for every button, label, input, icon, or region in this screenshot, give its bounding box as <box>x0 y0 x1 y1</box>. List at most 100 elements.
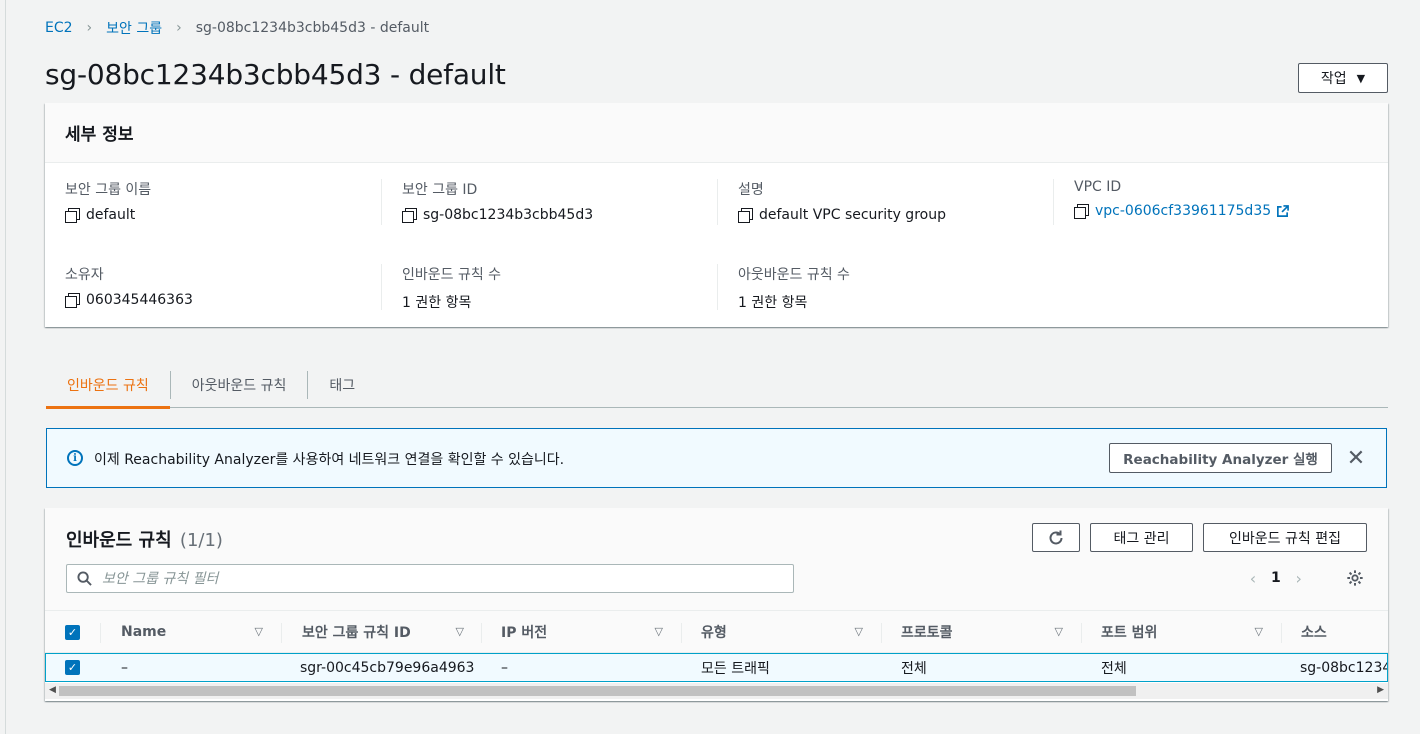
breadcrumb: EC2 › 보안 그룹 › sg-08bc1234b3cbb45d3 - def… <box>45 18 429 38</box>
tab-inbound-rules[interactable]: 인바운드 규칙 <box>46 362 170 409</box>
breadcrumb-current: sg-08bc1234b3cbb45d3 - default <box>195 20 430 36</box>
actions-button-label: 작업 <box>1320 71 1347 87</box>
manage-tags-button[interactable]: 태그 관리 <box>1090 523 1193 552</box>
field-value: 060345446363 <box>65 292 381 308</box>
outbound-count-value: 1 권한 항목 <box>738 295 808 311</box>
field-vpc-id: VPC ID vpc-0606cf33961175d35 <box>1054 179 1390 219</box>
horizontal-scrollbar[interactable]: ◀ ▶ <box>45 683 1388 699</box>
copy-icon[interactable] <box>1074 204 1089 219</box>
column-ip-version[interactable]: IP 버전 ▽ <box>481 611 681 653</box>
sort-icon[interactable]: ▽ <box>255 625 263 638</box>
cell-name: – <box>121 659 128 676</box>
cell-ip-version: – <box>501 659 508 676</box>
left-rail <box>0 0 6 734</box>
field-value: default <box>65 207 381 223</box>
rules-title-text: 인바운드 규칙 <box>66 530 172 551</box>
column-rule-id[interactable]: 보안 그룹 규칙 ID ▽ <box>282 611 482 653</box>
column-port-range[interactable]: 포트 범위 ▽ <box>1081 611 1281 653</box>
details-heading: 세부 정보 <box>65 125 134 145</box>
chevron-left-icon[interactable]: ‹ <box>1241 569 1265 588</box>
column-label: IP 버전 <box>501 625 548 641</box>
copy-icon[interactable] <box>402 208 417 223</box>
rules-filter-input[interactable] <box>100 569 750 588</box>
vpc-id-link[interactable]: vpc-0606cf33961175d35 <box>1095 203 1271 219</box>
sort-icon[interactable]: ▽ <box>1255 625 1263 638</box>
copy-icon[interactable] <box>738 208 753 223</box>
field-label: 보안 그룹 ID <box>402 182 478 198</box>
run-reachability-analyzer-button[interactable]: Reachability Analyzer 실행 <box>1109 443 1332 473</box>
details-header: 세부 정보 <box>45 103 1388 163</box>
page-number[interactable]: 1 <box>1271 570 1281 586</box>
copy-icon[interactable] <box>65 208 80 223</box>
breadcrumb-ec2[interactable]: EC2 <box>45 20 73 36</box>
sort-icon[interactable]: ▽ <box>855 625 863 638</box>
chevron-right-icon: › <box>86 20 93 36</box>
sort-icon[interactable]: ▽ <box>456 625 464 638</box>
scrollbar-thumb[interactable] <box>59 686 1136 696</box>
checkbox[interactable]: ✓ <box>65 624 80 640</box>
caret-down-icon: ▼ <box>1356 71 1366 85</box>
tab-tags[interactable]: 태그 <box>308 362 376 408</box>
chevron-right-icon[interactable]: › <box>1287 569 1311 588</box>
column-label: 포트 범위 <box>1101 625 1158 641</box>
cell-rule-id: sgr-00c45cb79e96a4963 <box>300 659 475 676</box>
flash-message: 이제 Reachability Analyzer를 사용하여 네트워크 연결을 … <box>94 452 565 468</box>
cell-port-range: 전체 <box>1101 660 1127 677</box>
breadcrumb-security-groups[interactable]: 보안 그룹 <box>106 18 162 38</box>
description-value: default VPC security group <box>759 207 946 223</box>
field-outbound-count: 아웃바운드 규칙 수 1 권한 항목 <box>718 264 1054 312</box>
column-label: 프로토콜 <box>901 625 953 641</box>
edit-inbound-rules-button[interactable]: 인바운드 규칙 편집 <box>1203 523 1367 552</box>
field-value: sg-08bc1234b3cbb45d3 <box>402 207 718 223</box>
cell-protocol: 전체 <box>901 660 927 677</box>
gear-icon[interactable] <box>1346 569 1364 587</box>
table-header: ✓ Name ▽ 보안 그룹 규칙 ID ▽ IP 버전 ▽ 유형 ▽ 프로토콜… <box>45 610 1388 653</box>
actions-button[interactable]: 작업 ▼ <box>1298 63 1388 93</box>
group-id-value: sg-08bc1234b3cbb45d3 <box>423 207 594 223</box>
column-label: 유형 <box>701 625 727 641</box>
info-icon: i <box>67 450 83 466</box>
field-label: 보안 그룹 이름 <box>65 182 152 198</box>
details-panel: 세부 정보 보안 그룹 이름 default 보안 그룹 ID sg-08bc1… <box>45 103 1388 327</box>
field-label: VPC ID <box>1074 179 1122 195</box>
sort-icon[interactable]: ▽ <box>1055 625 1063 638</box>
owner-value: 060345446363 <box>86 292 193 308</box>
field-owner: 소유자 060345446363 <box>45 264 381 308</box>
cell-type: 모든 트래픽 <box>701 660 770 677</box>
pagination: ‹ 1 › <box>1241 566 1311 590</box>
select-all-checkbox[interactable]: ✓ <box>65 611 80 653</box>
rules-filter <box>66 564 794 593</box>
sort-icon[interactable]: ▽ <box>655 625 663 638</box>
close-icon[interactable]: ✕ <box>1344 444 1368 472</box>
column-label: 소스 <box>1301 625 1327 641</box>
cell-source: sg-08bc1234b3cbb45d3 <box>1300 659 1387 676</box>
scroll-right-icon[interactable]: ▶ <box>1377 685 1384 695</box>
column-type[interactable]: 유형 ▽ <box>681 611 881 653</box>
copy-icon[interactable] <box>65 293 80 308</box>
tab-outbound-rules[interactable]: 아웃바운드 규칙 <box>171 362 308 408</box>
field-label: 소유자 <box>65 267 104 283</box>
chevron-right-icon: › <box>176 20 182 36</box>
tab-bar: 인바운드 규칙 아웃바운드 규칙 태그 <box>46 362 1388 409</box>
refresh-icon <box>1049 530 1063 544</box>
scroll-left-icon[interactable]: ◀ <box>49 685 56 695</box>
column-label: Name <box>121 624 167 640</box>
column-source[interactable]: 소스 <box>1281 611 1388 653</box>
refresh-button[interactable] <box>1032 523 1080 552</box>
search-icon <box>77 571 92 586</box>
inbound-count-value: 1 권한 항목 <box>402 295 472 311</box>
row-checkbox[interactable]: ✓ <box>65 654 80 681</box>
rules-title: 인바운드 규칙 (1/1) <box>66 526 223 552</box>
field-value: default VPC security group <box>738 207 1054 223</box>
checkbox[interactable]: ✓ <box>65 660 80 675</box>
column-protocol[interactable]: 프로토콜 ▽ <box>881 611 1081 653</box>
rules-count: (1/1) <box>179 530 223 551</box>
column-name[interactable]: Name ▽ <box>101 611 281 653</box>
table-row[interactable]: ✓ – sgr-00c45cb79e96a4963 – 모든 트래픽 전체 전체… <box>45 653 1388 682</box>
field-label: 설명 <box>738 182 764 198</box>
info-flashbar: i 이제 Reachability Analyzer를 사용하여 네트워크 연결… <box>46 428 1387 488</box>
column-label: 보안 그룹 규칙 ID <box>302 625 411 641</box>
external-link-icon[interactable] <box>1276 204 1290 218</box>
field-inbound-count: 인바운드 규칙 수 1 권한 항목 <box>382 264 718 312</box>
field-label: 아웃바운드 규칙 수 <box>738 267 850 283</box>
